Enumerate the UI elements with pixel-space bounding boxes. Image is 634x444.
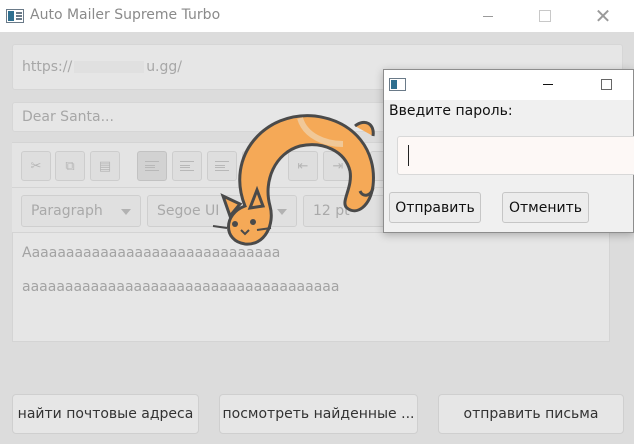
minimize-button[interactable] [465,0,511,32]
cat-illustration [212,114,375,246]
password-dialog: Введите пароль: Отправить Отменить [383,69,634,233]
align-left-icon[interactable] [137,151,167,181]
url-redacted [74,61,145,73]
paragraph-style-value: Paragraph [31,203,103,219]
app-icon [389,78,406,91]
subject-placeholder: Dear Santa... [22,109,114,125]
dialog-maximize-button[interactable] [601,79,612,90]
close-button[interactable]: ✕ [580,0,626,32]
text-caret [408,145,409,166]
send-emails-button[interactable]: отправить письма [438,394,624,434]
view-found-button[interactable]: посмотреть найденные ... [219,394,418,434]
dialog-minimize-button[interactable] [543,84,553,85]
chevron-down-icon [121,209,131,215]
align-center-icon[interactable] [172,151,202,181]
copy-icon[interactable]: ⧉ [55,151,85,181]
password-label: Введите пароль: [389,103,513,119]
password-input[interactable] [397,136,634,175]
url-suffix: u.gg/ [146,59,183,75]
paste-icon[interactable]: ▤ [90,151,120,181]
titlebar: Auto Mailer Supreme Turbo ✕ [0,0,634,32]
maximize-button[interactable] [522,0,568,32]
app-icon [6,9,24,23]
paragraph-style-select[interactable]: Paragraph [21,195,141,227]
cut-icon[interactable]: ✂ [21,151,51,181]
url-prefix: https:// [22,59,73,75]
window-title: Auto Mailer Supreme Turbo [30,7,221,23]
find-addresses-button[interactable]: найти почтовые адреса [12,394,199,434]
cancel-button[interactable]: Отменить [502,192,589,223]
main-window: Auto Mailer Supreme Turbo ✕ https:// u.g… [0,0,634,444]
submit-button[interactable]: Отправить [389,192,481,223]
dialog-titlebar [384,70,633,100]
editor-line-2: aaaaaaaaaaaaaaaaaaaaaaaaaaaaaaaaaaaaa [22,279,340,295]
